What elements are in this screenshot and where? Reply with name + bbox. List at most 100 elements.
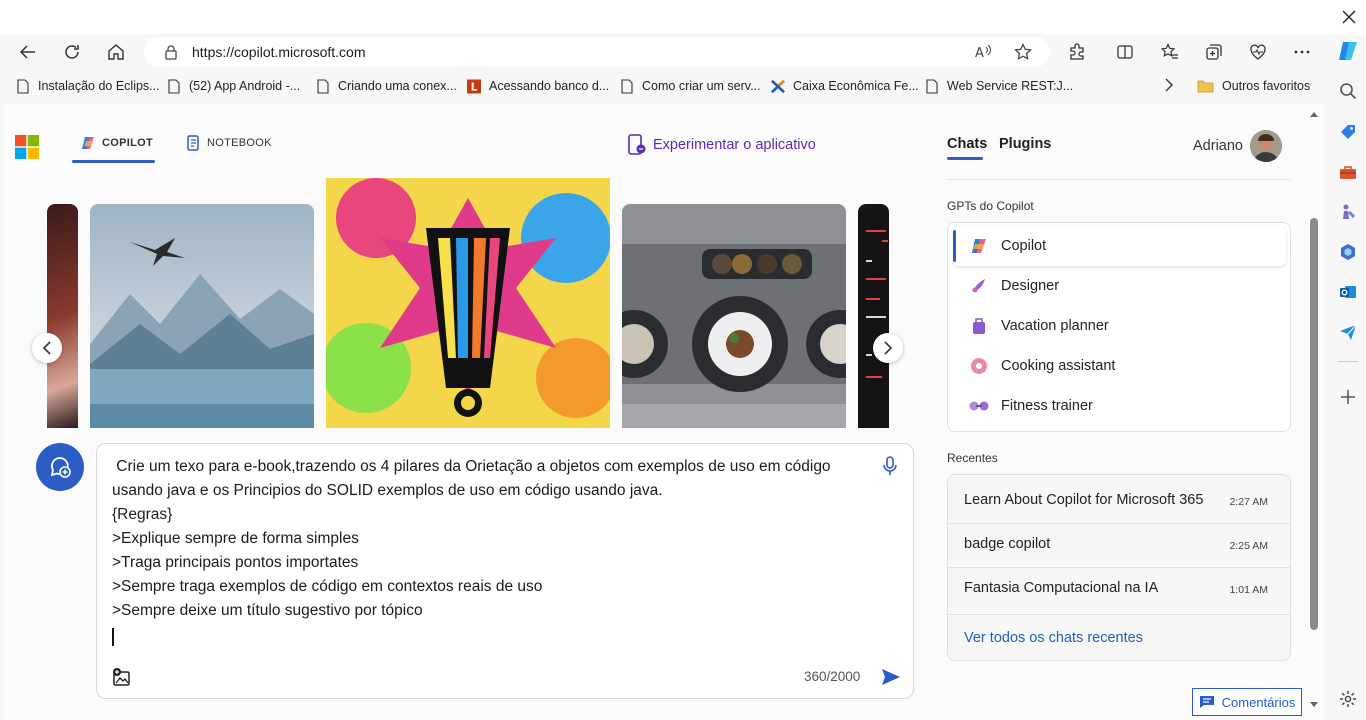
bookmark-item[interactable]: Web Service REST:J... <box>925 78 1073 94</box>
bookmark-label: Acessando banco d... <box>489 79 610 93</box>
scrollbar-thumb[interactable] <box>1310 218 1318 630</box>
extensions-button[interactable] <box>1062 38 1092 66</box>
close-window-button[interactable] <box>1332 0 1366 34</box>
drop-sidebar-button[interactable] <box>1335 319 1361 345</box>
avatar[interactable] <box>1250 130 1282 162</box>
bookmark-label: Web Service REST:J... <box>947 79 1074 93</box>
svg-text:L: L <box>471 81 478 93</box>
see-all-chats-link[interactable]: Ver todos os chats recentes <box>964 630 1143 646</box>
puzzle-icon <box>1070 43 1084 60</box>
bookmarks-bar: Instalação do Eclips... (52) App Android… <box>0 70 1330 102</box>
add-sidebar-app-button[interactable] <box>1335 384 1361 410</box>
bookmark-item[interactable]: (52) App Android -... <box>167 78 300 94</box>
gpt-item-cooking-assistant[interactable]: Cooking assistant <box>953 346 1286 386</box>
microsoft365-sidebar-button[interactable] <box>1335 239 1361 265</box>
bookmark-item[interactable]: Criando uma conex... <box>316 78 457 94</box>
new-chat-icon <box>50 457 71 478</box>
send-icon[interactable] <box>881 668 901 686</box>
bookmark-label: Como criar um serv... <box>642 79 761 93</box>
split-screen-button[interactable] <box>1110 38 1140 66</box>
gpt-item-fitness-trainer[interactable]: Fitness trainer <box>953 386 1286 426</box>
tab-notebook-label: NOTEBOOK <box>207 137 272 149</box>
scroll-up-icon[interactable] <box>1309 110 1319 118</box>
bookmark-item[interactable]: L Acessando banco d... <box>467 78 609 94</box>
send-drop-icon <box>1340 324 1357 340</box>
tools-sidebar-button[interactable] <box>1335 159 1361 185</box>
collections-icon <box>1206 44 1222 60</box>
bookmark-item[interactable]: Instalação do Eclips... <box>16 78 160 94</box>
favorite-star-icon[interactable] <box>1014 43 1032 61</box>
gallery-prev-button[interactable] <box>32 333 62 363</box>
window-titlebar <box>0 0 1366 34</box>
gallery-next-button[interactable] <box>873 333 903 363</box>
recent-chat-time: 2:27 AM <box>1229 496 1268 508</box>
copilot-sidebar-button[interactable] <box>1335 38 1361 64</box>
collections-button[interactable] <box>1199 38 1229 66</box>
microphone-icon[interactable] <box>882 456 898 476</box>
tab-copilot[interactable]: COPILOT <box>80 135 153 151</box>
gpt-item-designer[interactable]: Designer <box>953 266 1286 306</box>
home-button[interactable] <box>101 38 131 66</box>
gpt-item-vacation-planner[interactable]: Vacation planner <box>953 306 1286 346</box>
user-name[interactable]: Adriano <box>1193 138 1243 154</box>
toolbox-icon <box>1340 166 1356 179</box>
back-button[interactable] <box>13 38 43 66</box>
divider <box>948 614 1290 615</box>
shopping-sidebar-button[interactable] <box>1335 119 1361 145</box>
more-button[interactable] <box>1287 38 1317 66</box>
prompt-line: >Sempre traga exemplos de código em cont… <box>112 578 543 595</box>
prompt-line: >Sempre deixe um título sugestivo por tó… <box>112 602 423 619</box>
bookmarks-overflow-button[interactable] <box>1163 78 1175 92</box>
page-icon <box>925 78 939 94</box>
prompt-textarea[interactable]: Crie um texo para e-book,trazendo os 4 p… <box>112 455 831 646</box>
recent-chat-item[interactable]: Fantasia Computacional na IA 1:01 AM <box>948 566 1290 610</box>
feedback-button[interactable]: Comentários <box>1192 688 1302 716</box>
tab-chats[interactable]: Chats <box>947 136 987 152</box>
bookmark-item[interactable]: Caixa Econômica Fe... <box>771 78 919 94</box>
read-aloud-icon[interactable]: A <box>974 44 992 60</box>
address-bar[interactable]: https://copilot.microsoft.com A <box>144 37 1050 67</box>
gallery-image-mountains[interactable] <box>90 204 314 428</box>
recent-chat-item[interactable]: badge copilot 2:25 AM <box>948 522 1290 566</box>
tab-copilot-label: COPILOT <box>102 137 153 149</box>
caixa-logo-icon <box>771 78 785 94</box>
scroll-down-icon[interactable] <box>1309 701 1319 709</box>
recent-chat-item[interactable]: Learn About Copilot for Microsoft 365 2:… <box>948 478 1290 522</box>
chat-composer[interactable]: Crie um texo para e-book,trazendo os 4 p… <box>96 443 914 699</box>
more-dots-icon <box>1294 50 1310 54</box>
tag-icon <box>1341 125 1355 139</box>
tab-notebook[interactable]: NOTEBOOK <box>186 135 272 151</box>
chevron-right-icon <box>1165 78 1173 92</box>
feedback-icon <box>1199 696 1214 708</box>
search-sidebar-button[interactable] <box>1335 78 1361 104</box>
home-icon <box>108 44 124 60</box>
gallery-image-popart[interactable] <box>326 178 610 428</box>
tab-chats-label: Chats <box>947 136 988 152</box>
try-app-label: Experimentar o aplicativo <box>653 137 816 153</box>
tab-plugins[interactable]: Plugins <box>999 136 1051 152</box>
bookmark-item[interactable]: Como criar um serv... <box>620 78 761 94</box>
feedback-label: Comentários <box>1221 694 1296 710</box>
gallery-image-food[interactable] <box>622 204 846 428</box>
outlook-sidebar-button[interactable] <box>1335 279 1361 305</box>
try-app-link[interactable]: Experimentar o aplicativo <box>627 134 816 156</box>
copilot-icon <box>82 137 94 149</box>
refresh-button[interactable] <box>57 38 87 66</box>
donut-icon <box>969 356 989 376</box>
phone-app-icon <box>628 134 646 155</box>
gallery-image-code[interactable] <box>858 204 889 428</box>
other-favorites-folder[interactable]: Outros favoritos <box>1196 78 1310 94</box>
text-cursor <box>112 628 114 646</box>
sidebar-settings-button[interactable] <box>1335 686 1361 712</box>
microsoft-logo[interactable] <box>15 135 39 159</box>
add-image-icon[interactable] <box>112 667 132 687</box>
browser-essentials-button[interactable] <box>1243 38 1273 66</box>
gpt-item-copilot[interactable]: Copilot <box>953 226 1286 266</box>
copilot-icon <box>969 236 989 256</box>
page-scrollbar[interactable] <box>1306 108 1322 716</box>
favorites-button[interactable] <box>1155 38 1185 66</box>
gallery-image-portrait[interactable] <box>47 204 78 428</box>
new-topic-button[interactable] <box>36 443 84 491</box>
games-sidebar-button[interactable] <box>1335 199 1361 225</box>
gpt-label: Copilot <box>1001 238 1047 254</box>
